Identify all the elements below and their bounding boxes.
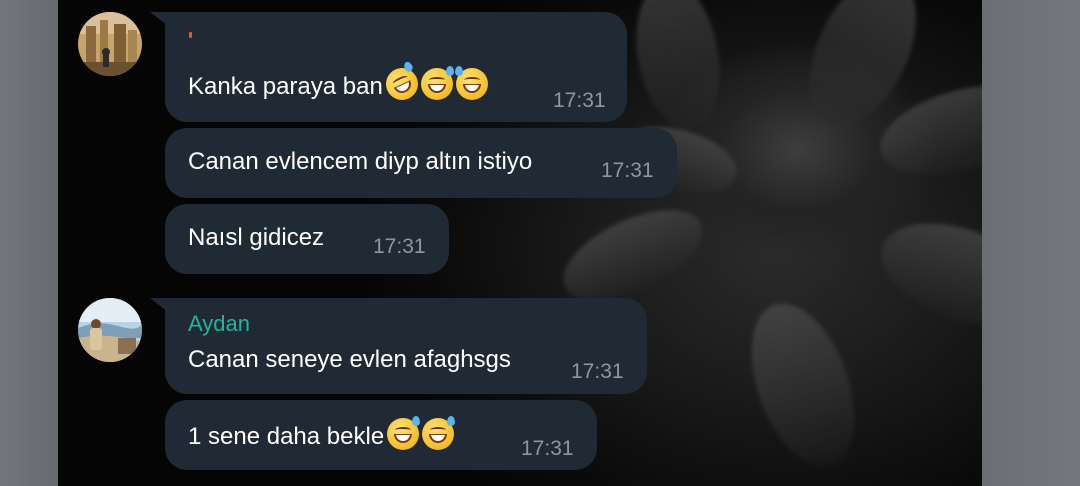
message-bubble[interactable]: 1 sene daha bekle 17:31 — [165, 400, 597, 470]
laughing-face-icon — [380, 60, 424, 106]
message-bubble[interactable]: Canan evlencem diyp altın istiyo 17:31 — [165, 128, 677, 198]
sender-marker — [189, 32, 192, 38]
message-text[interactable]: Canan evlencem diyp altın istiyo — [188, 148, 532, 176]
grinning-sweat-icon — [387, 416, 421, 450]
message-time: 17:31 — [571, 360, 624, 383]
message-text[interactable]: Kanka paraya ban — [188, 60, 488, 106]
wallpaper-petal — [731, 289, 875, 481]
avatar-photo-icon — [78, 298, 142, 362]
message-bubble[interactable]: Kanka paraya ban 17:31 — [165, 12, 627, 122]
chat-area[interactable]: Kanka paraya ban 17:31 Canan evlencem di… — [58, 0, 982, 486]
message-text[interactable]: 1 sene daha bekle — [188, 416, 456, 451]
grinning-sweat-icon — [422, 416, 456, 450]
message-text[interactable]: Naısl gidicez — [188, 224, 324, 252]
avatar-photo-icon — [78, 12, 142, 76]
wallpaper-petal — [867, 203, 982, 347]
message-time: 17:31 — [373, 235, 426, 258]
left-blurred-edge — [0, 0, 58, 486]
sender-name[interactable]: Aydan — [188, 311, 250, 337]
avatar[interactable] — [78, 12, 142, 76]
message-time: 17:31 — [553, 89, 606, 112]
message-time: 17:31 — [521, 437, 574, 460]
wallpaper-petal — [625, 0, 731, 136]
message-text[interactable]: Canan seneye evlen afaghsgs — [188, 346, 511, 374]
tears-of-joy-icon — [454, 66, 488, 100]
grinning-sweat-icon — [420, 66, 454, 100]
message-text-content: Kanka paraya ban — [188, 73, 383, 100]
avatar[interactable] — [78, 298, 142, 362]
message-text-content: 1 sene daha bekle — [188, 423, 385, 450]
message-bubble[interactable]: Aydan Canan seneye evlen afaghsgs 17:31 — [165, 298, 647, 394]
right-blurred-edge — [982, 0, 1080, 486]
message-time: 17:31 — [601, 159, 654, 182]
message-bubble[interactable]: Naısl gidicez 17:31 — [165, 204, 449, 274]
